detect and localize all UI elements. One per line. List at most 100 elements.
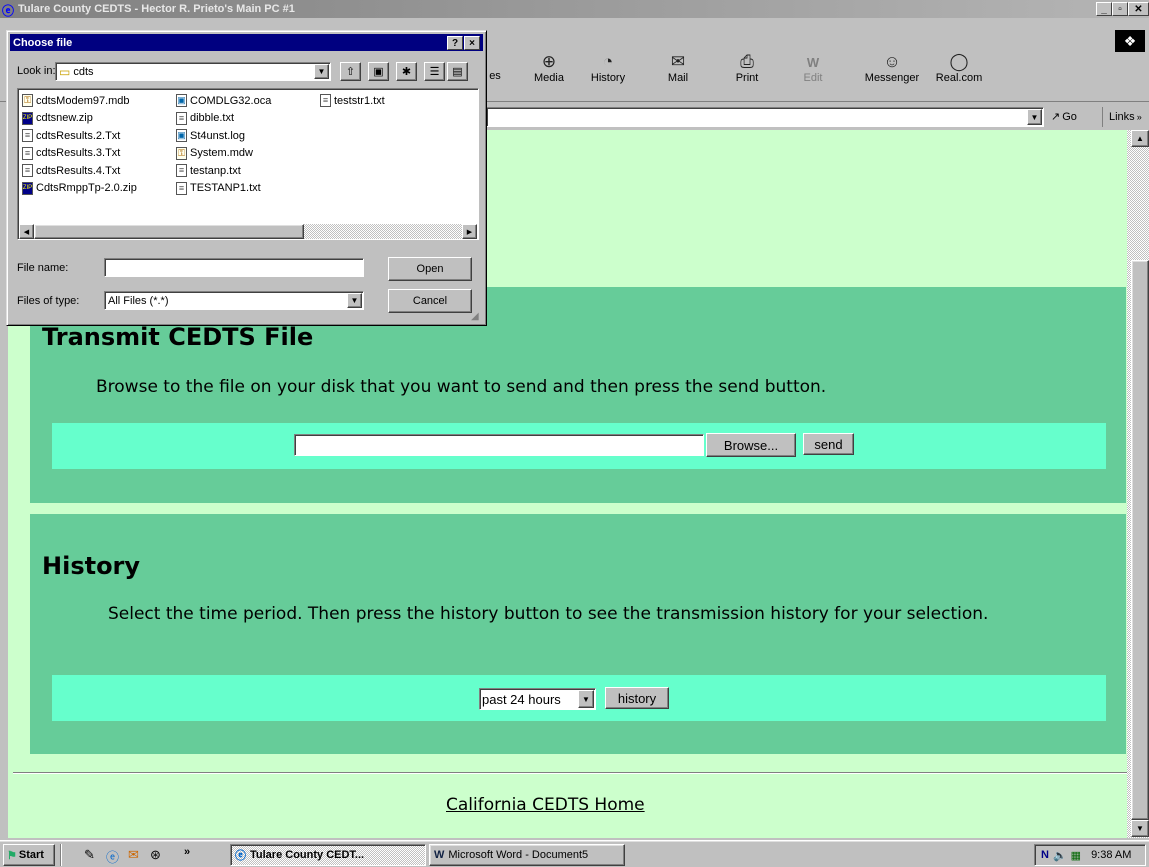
- scroll-up-icon[interactable]: ▲: [1131, 130, 1149, 147]
- file-name: teststr1.txt: [334, 94, 385, 107]
- cancel-button[interactable]: Cancel: [388, 289, 472, 313]
- chevron-down-icon[interactable]: ▼: [314, 64, 329, 79]
- taskbar-word-task[interactable]: W Microsoft Word - Document5: [429, 844, 625, 866]
- scroll-thumb[interactable]: [1131, 260, 1149, 820]
- file-name: cdtsnew.zip: [36, 112, 93, 124]
- history-form: past 24 hours ▼ history: [52, 675, 1106, 721]
- toolbar-edit-button[interactable]: W Edit: [788, 52, 838, 85]
- ie-icon: ⓔ: [2, 4, 15, 18]
- open-button[interactable]: Open: [388, 257, 472, 281]
- look-in-label: Look in:: [17, 65, 56, 77]
- quicklaunch-chevron[interactable]: »: [184, 846, 190, 858]
- go-button[interactable]: ↗ Go: [1051, 110, 1077, 124]
- period-select[interactable]: past 24 hours ▼: [479, 688, 596, 710]
- file-item[interactable]: ≡ dibble.txt: [176, 111, 235, 125]
- file-item[interactable]: ≡ cdtsResults.3.Txt: [22, 146, 120, 160]
- file-item[interactable]: ≡ teststr1.txt: [320, 94, 385, 107]
- txt-file-icon: ≡: [22, 164, 33, 177]
- clock: 9:38 AM: [1091, 849, 1132, 861]
- file-item[interactable]: ZIP CdtsRmppTp-2.0.zip: [22, 181, 137, 195]
- file-item[interactable]: ≡ cdtsResults.4.Txt: [22, 164, 120, 177]
- scroll-down-icon[interactable]: ▼: [1131, 820, 1149, 837]
- toolbar-history-button[interactable]: ◔ History: [583, 52, 633, 84]
- file-item[interactable]: ≡ cdtsResults.2.Txt: [22, 129, 120, 142]
- help-icon[interactable]: ?: [447, 36, 463, 50]
- media-quicklaunch-icon[interactable]: ⊛: [150, 847, 161, 863]
- home-link[interactable]: California CEDTS Home: [446, 795, 645, 815]
- links-button[interactable]: Links»: [1102, 107, 1142, 127]
- ie-quicklaunch-icon[interactable]: ⓔ: [106, 847, 119, 866]
- file-name-label: File name:: [17, 262, 69, 274]
- folder-icon: ▭: [59, 64, 71, 79]
- file-list[interactable]: ⚿ cdtsModem97.mdb ZIP cdtsnew.zip ≡ cdtsResul…: [17, 88, 479, 240]
- zip-file-icon: ZIP: [22, 181, 33, 195]
- file-item[interactable]: ZIP cdtsnew.zip: [22, 111, 93, 125]
- file-item[interactable]: ≡ TESTANP1.txt: [176, 181, 261, 195]
- taskbar: ⚑ Start ✎ ⓔ ✉ ⊛ » ⓔ Tulare County CEDT... …: [0, 840, 1149, 867]
- history-section: History Select the time period. Then pre…: [30, 514, 1126, 754]
- horizontal-scroll-thumb[interactable]: [34, 224, 304, 239]
- media-icon: ⊕: [541, 52, 557, 71]
- send-button[interactable]: send: [803, 433, 854, 455]
- tray-app-icon[interactable]: ▦: [1071, 849, 1081, 862]
- file-item[interactable]: ▣ COMDLG32.oca: [176, 94, 271, 107]
- messenger-icon: ☺: [883, 52, 901, 71]
- taskbar-ie-task[interactable]: ⓔ Tulare County CEDT...: [230, 844, 426, 866]
- txt-file-icon: ≡: [320, 94, 331, 107]
- chevron-right-icon: »: [1136, 112, 1142, 122]
- edit-icon: W: [806, 54, 820, 70]
- network-icon[interactable]: N: [1041, 849, 1049, 861]
- txt-file-icon: ≡: [22, 146, 33, 160]
- desktop-icon[interactable]: ▣: [368, 62, 389, 81]
- file-path-input[interactable]: [294, 434, 704, 456]
- address-input[interactable]: [486, 107, 1044, 127]
- maximize-icon[interactable]: ▫: [1112, 2, 1128, 16]
- file-name: CdtsRmppTp-2.0.zip: [36, 182, 137, 194]
- dialog-title-bar[interactable]: Choose file: [10, 34, 483, 51]
- oca-file-icon: ▣: [176, 94, 187, 107]
- files-of-type-select[interactable]: All Files (*.*) ▼: [104, 291, 364, 310]
- toolbar-mail-button[interactable]: ✉ Mail: [653, 52, 703, 84]
- file-name-input[interactable]: [104, 258, 364, 277]
- toolbar-real-button[interactable]: ◯ Real.com: [934, 52, 984, 84]
- address-dropdown-icon[interactable]: ▼: [1027, 109, 1042, 125]
- browse-button[interactable]: Browse...: [706, 433, 796, 457]
- go-arrow-icon: ↗: [1051, 111, 1061, 123]
- file-item[interactable]: ⚿ cdtsModem97.mdb: [22, 94, 130, 107]
- file-name: cdtsResults.4.Txt: [36, 164, 121, 177]
- file-name: dibble.txt: [190, 112, 235, 124]
- file-list-scrollbar[interactable]: ◀ ▶: [19, 224, 477, 239]
- dialog-close-icon[interactable]: ×: [464, 36, 480, 50]
- chevron-down-icon[interactable]: ▼: [347, 293, 362, 308]
- mdb-file-icon: ⚿: [22, 94, 33, 107]
- log-file-icon: ▣: [176, 129, 187, 142]
- scroll-right-icon[interactable]: ▶: [462, 224, 477, 239]
- scroll-left-icon[interactable]: ◀: [19, 224, 34, 239]
- minimize-icon[interactable]: _: [1096, 2, 1112, 16]
- toolbar-messenger-button[interactable]: ☺ Messenger: [862, 52, 922, 84]
- new-folder-icon[interactable]: ✱: [396, 62, 417, 81]
- toolbar-print-button[interactable]: ⎙ Print: [722, 52, 772, 84]
- history-button[interactable]: history: [605, 687, 669, 709]
- volume-icon[interactable]: 🔈: [1053, 849, 1067, 862]
- browser-title-bar[interactable]: ⓔ Tulare County CEDTS - Hector R. Prieto…: [0, 0, 1149, 18]
- toolbar-media-button[interactable]: ⊕ Media: [524, 52, 574, 84]
- close-icon[interactable]: ✕: [1128, 2, 1149, 16]
- page-scrollbar[interactable]: ▲ ▼: [1127, 130, 1149, 838]
- outlook-quicklaunch-icon[interactable]: ✉: [128, 847, 139, 863]
- txt-file-icon: ≡: [176, 111, 187, 125]
- mdw-file-icon: ⚿: [176, 146, 187, 160]
- show-desktop-icon[interactable]: ✎: [84, 847, 95, 863]
- file-name: TESTANP1.txt: [190, 182, 261, 194]
- chevron-down-icon[interactable]: ▼: [578, 690, 594, 708]
- file-item[interactable]: ⚿ System.mdw: [176, 146, 253, 160]
- list-view-icon[interactable]: ☰: [424, 62, 445, 81]
- details-view-icon[interactable]: ▤: [447, 62, 468, 81]
- resize-grip-icon[interactable]: ◢: [471, 311, 479, 322]
- file-item[interactable]: ≡ testanp.txt: [176, 164, 241, 177]
- look-in-select[interactable]: ▭ cdts ▼: [55, 62, 331, 81]
- file-item[interactable]: ▣ St4unst.log: [176, 129, 245, 142]
- up-folder-icon[interactable]: ⇧: [340, 62, 361, 81]
- start-button[interactable]: ⚑ Start: [3, 844, 55, 866]
- choose-file-dialog: Choose file ? × Look in: ▭ cdts ▼ ⇧ ▣ ✱ …: [6, 30, 487, 326]
